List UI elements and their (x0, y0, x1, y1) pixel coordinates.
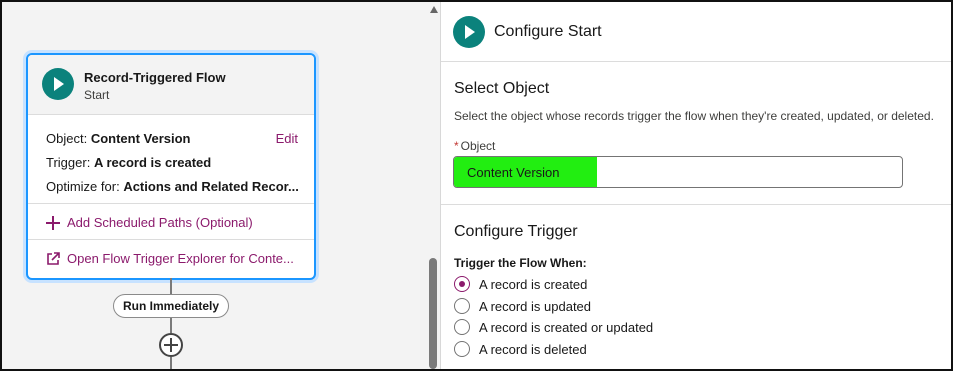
connector-line (170, 318, 172, 333)
card-divider (28, 239, 314, 240)
add-element-button[interactable] (159, 333, 183, 357)
open-trigger-explorer-link[interactable]: Open Flow Trigger Explorer for Conte... (46, 251, 294, 266)
configure-start-panel: Configure Start Select Object Select the… (441, 2, 951, 369)
configure-trigger-heading: Configure Trigger (454, 223, 578, 240)
card-title: Record-Triggered Flow (84, 70, 226, 85)
optimize-row: Optimize for: Actions and Related Recor.… (46, 179, 299, 194)
external-link-icon (46, 251, 60, 266)
radio-button[interactable] (454, 341, 470, 357)
canvas-scrollbar[interactable] (428, 2, 440, 369)
trigger-label: Trigger: (46, 155, 91, 170)
add-scheduled-paths-link[interactable]: Add Scheduled Paths (Optional) (46, 215, 253, 230)
connector-line (170, 278, 172, 294)
object-label: Object: (46, 131, 88, 146)
add-scheduled-paths-label: Add Scheduled Paths (Optional) (67, 215, 253, 230)
flow-canvas[interactable]: Record-Triggered Flow Start Object: Cont… (2, 2, 428, 369)
radio-button[interactable] (454, 319, 470, 335)
radio-button[interactable] (454, 298, 470, 314)
open-trigger-explorer-label: Open Flow Trigger Explorer for Conte... (67, 251, 294, 266)
panel-title: Configure Start (494, 23, 602, 40)
panel-header: Configure Start (441, 2, 951, 62)
card-header: Record-Triggered Flow Start (28, 55, 314, 115)
section-divider (441, 204, 951, 205)
card-divider (28, 203, 314, 204)
play-icon (453, 16, 485, 48)
select-object-help: Select the object whose records trigger … (454, 109, 934, 123)
radio-button[interactable] (454, 276, 470, 292)
object-field[interactable]: Content Version (453, 156, 903, 188)
edit-link[interactable]: Edit (276, 131, 298, 146)
radio-option-deleted[interactable]: A record is deleted (454, 341, 587, 357)
trigger-row: Trigger: A record is created (46, 155, 211, 170)
radio-option-created-or-updated[interactable]: A record is created or updated (454, 319, 653, 335)
plus-icon (46, 215, 60, 230)
optimize-label: Optimize for: (46, 179, 120, 194)
optimize-value: Actions and Related Recor... (123, 179, 299, 194)
object-row: Object: Content Version (46, 131, 191, 146)
run-immediately-pill[interactable]: Run Immediately (113, 294, 229, 318)
play-icon (42, 68, 74, 100)
object-value: Content Version (90, 131, 191, 146)
connector-line (170, 357, 172, 369)
scrollbar-thumb[interactable] (429, 258, 437, 369)
radio-option-updated[interactable]: A record is updated (454, 298, 591, 314)
trigger-group-label: Trigger the Flow When: (454, 256, 587, 270)
object-field-value: Content Version (467, 165, 560, 180)
trigger-value: A record is created (93, 155, 212, 170)
start-element-card[interactable]: Record-Triggered Flow Start Object: Cont… (26, 53, 316, 280)
card-subtitle: Start (84, 88, 110, 102)
scroll-up-arrow-icon[interactable] (430, 6, 438, 13)
radio-label: A record is created (479, 276, 588, 292)
radio-option-created[interactable]: A record is created (454, 276, 587, 292)
radio-label: A record is updated (479, 298, 592, 314)
radio-label: A record is deleted (479, 341, 587, 357)
object-field-label: * Object (454, 139, 496, 153)
radio-label: A record is created or updated (479, 319, 654, 335)
select-object-heading: Select Object (454, 80, 550, 97)
